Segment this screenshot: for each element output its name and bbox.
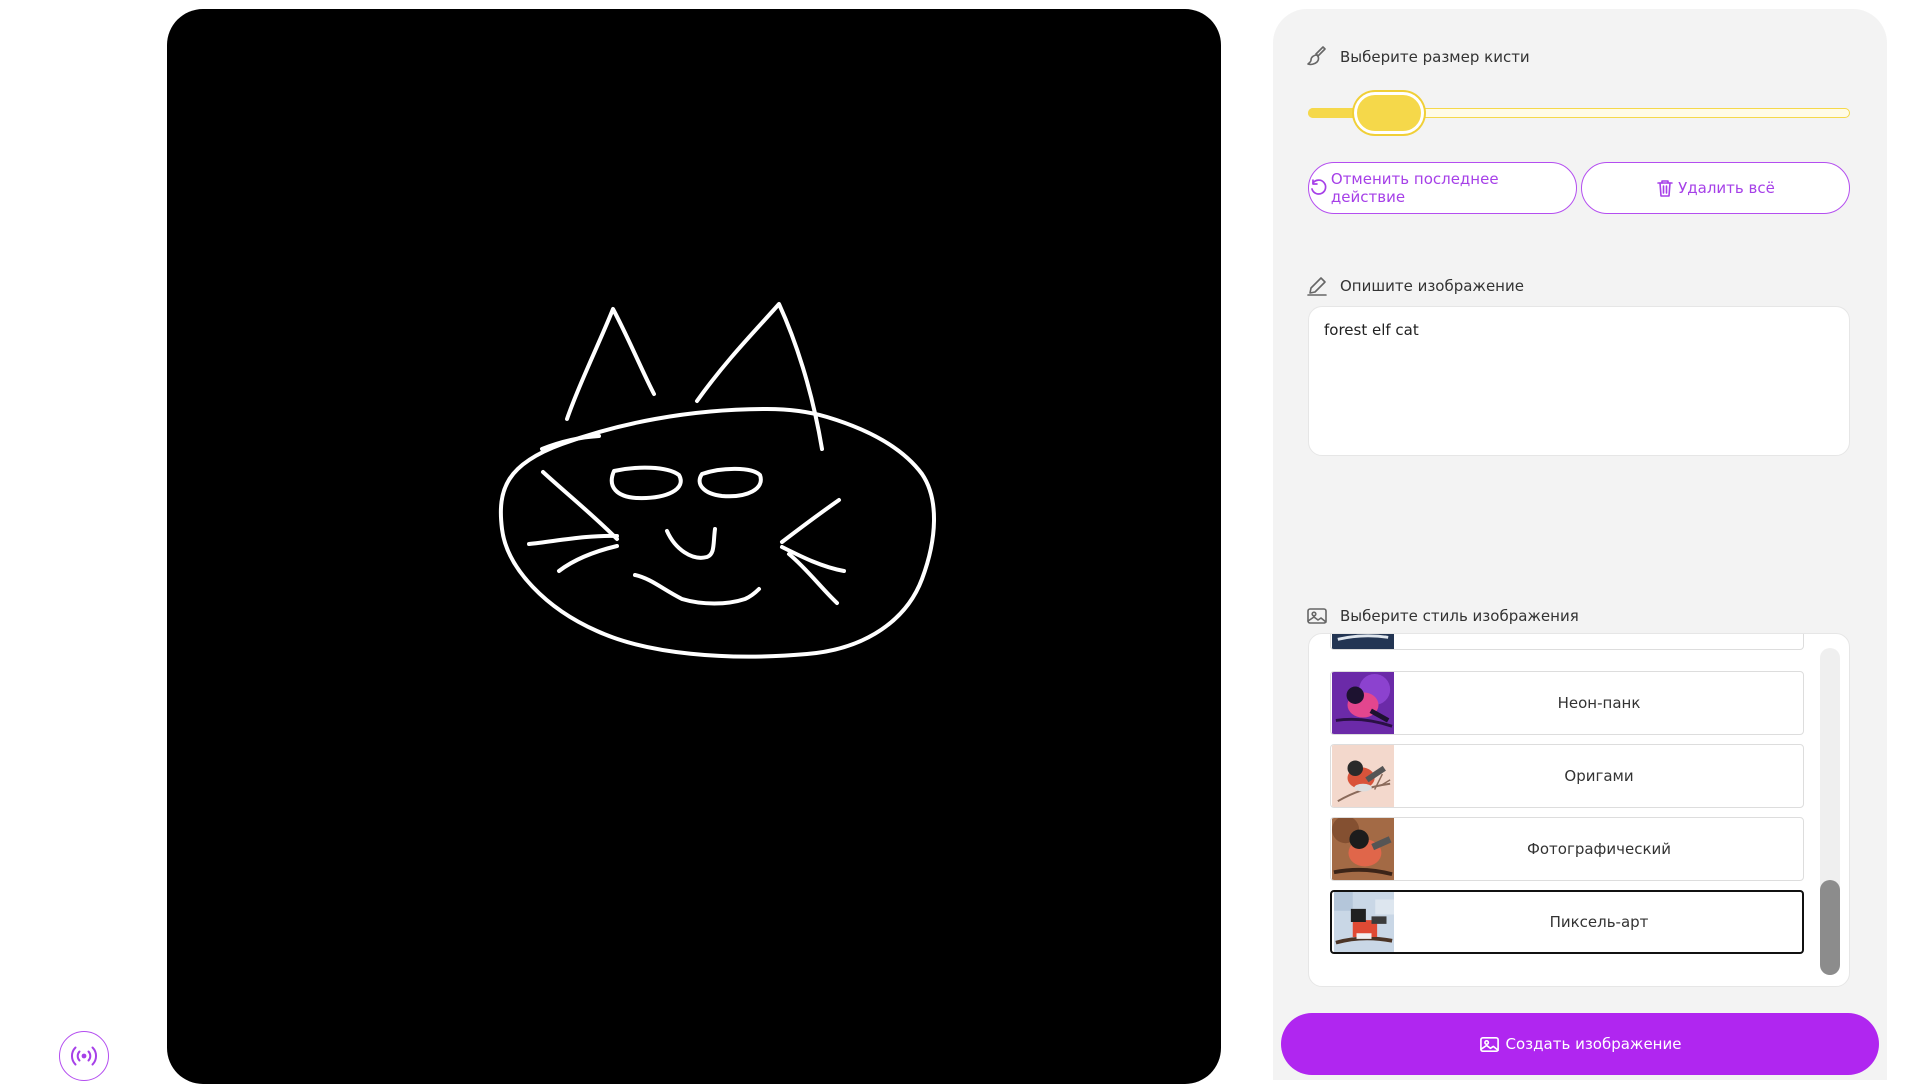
prompt-section: Опишите изображение — [1306, 275, 1524, 297]
style-name: Оригами — [1564, 767, 1634, 785]
bullfinch-thumbnail — [1332, 892, 1396, 952]
trash-icon — [1657, 180, 1673, 197]
broadcast-button[interactable] — [59, 1031, 109, 1081]
image-icon — [1307, 608, 1327, 624]
brush-size-section: Выберите размер кисти — [1306, 46, 1530, 68]
style-item-neon-punk[interactable]: Неон-панк — [1330, 671, 1804, 735]
drawing-canvas[interactable] — [167, 9, 1221, 1084]
style-list-scrollbar[interactable] — [1820, 648, 1840, 975]
scrollbar-thumb[interactable] — [1820, 880, 1840, 975]
style-name: Неон-панк — [1557, 694, 1641, 712]
undo-button-label: Отменить последнее действие — [1330, 170, 1499, 206]
cat-sketch-drawing — [498, 302, 936, 659]
prompt-text: forest elf cat — [1324, 321, 1419, 339]
brush-icon — [1307, 46, 1326, 66]
undo-icon — [1311, 179, 1327, 195]
image-icon — [1479, 1036, 1499, 1052]
slider-thumb[interactable] — [1354, 92, 1425, 134]
create-image-button[interactable]: Создать изображение — [1281, 1013, 1879, 1075]
broadcast-icon — [71, 1046, 97, 1066]
create-image-button-label: Создать изображение — [1505, 1035, 1682, 1053]
clear-all-button-label: Удалить всё — [1678, 179, 1775, 197]
style-section: Выберите стиль изображения — [1306, 605, 1579, 627]
style-name — [1395, 634, 1803, 649]
prompt-label: Опишите изображение — [1340, 277, 1524, 295]
bullfinch-thumbnail — [1331, 672, 1395, 734]
style-item[interactable] — [1330, 634, 1804, 650]
style-name: Пиксель-арт — [1549, 913, 1649, 931]
style-list[interactable]: Неон-панк Оригами Фотографический Пиксел… — [1308, 633, 1850, 987]
control-panel: Выберите размер кисти Отменить последнее… — [1273, 9, 1887, 1080]
style-item-pixel-art[interactable]: Пиксель-арт — [1330, 890, 1804, 954]
bullfinch-thumbnail — [1331, 745, 1395, 807]
style-item-origami[interactable]: Оригами — [1330, 744, 1804, 808]
undo-button[interactable]: Отменить последнее действие — [1308, 162, 1577, 214]
pencil-icon — [1307, 277, 1327, 296]
brush-size-slider[interactable] — [1308, 92, 1850, 134]
style-name: Фотографический — [1526, 840, 1672, 858]
style-item-photographic[interactable]: Фотографический — [1330, 817, 1804, 881]
bullfinch-thumbnail — [1331, 818, 1395, 880]
clear-all-button[interactable]: Удалить всё — [1581, 162, 1850, 214]
bullfinch-thumbnail — [1331, 634, 1395, 649]
style-label: Выберите стиль изображения — [1340, 607, 1579, 625]
brush-size-label: Выберите размер кисти — [1340, 48, 1530, 66]
prompt-textarea[interactable]: forest elf cat — [1308, 306, 1850, 456]
